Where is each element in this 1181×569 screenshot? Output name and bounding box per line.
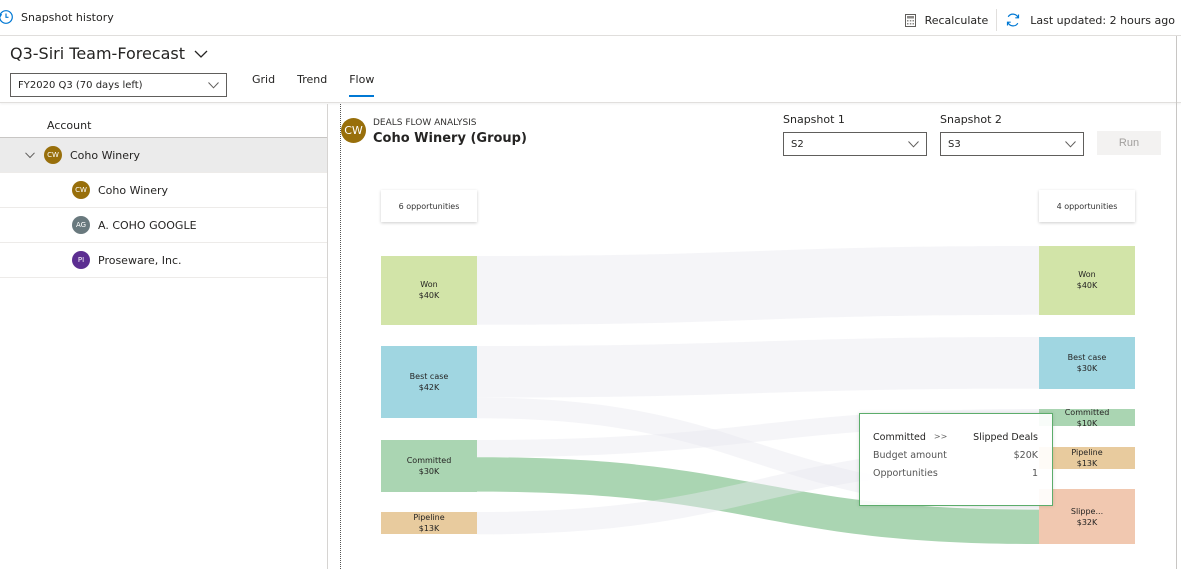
refresh-icon[interactable] xyxy=(1005,12,1021,28)
flow-subtitle: DEALS FLOW ANALYSIS xyxy=(373,118,477,128)
right-node-best-case[interactable]: Best case $30K xyxy=(1039,337,1135,389)
forecast-title: Q3-Siri Team-Forecast xyxy=(10,44,186,63)
flow-tooltip: Committed >> Slipped Deals Budget amount… xyxy=(859,413,1053,506)
snapshot2-value: S3 xyxy=(948,138,961,150)
account-name: Proseware, Inc. xyxy=(98,253,182,267)
account-name: Coho Winery xyxy=(98,183,169,197)
forecast-title-dropdown[interactable]: Q3-Siri Team-Forecast xyxy=(10,44,208,63)
chevron-down-icon xyxy=(1065,140,1076,148)
tooltip-label: Budget amount xyxy=(873,450,947,461)
tooltip-label: Opportunities xyxy=(873,468,938,479)
node-label: Committed xyxy=(406,455,452,465)
left-node-committed[interactable]: Committed $30K xyxy=(381,440,477,492)
forecast-header: Q3-Siri Team-Forecast FY2020 Q3 (70 days… xyxy=(0,36,1181,103)
snapshot-history-button[interactable]: Snapshot history xyxy=(0,9,114,25)
avatar: PI xyxy=(72,251,90,269)
left-opportunity-count: 6 opportunities xyxy=(381,190,477,222)
right-opportunity-count: 4 opportunities xyxy=(1039,190,1135,222)
recalculate-button[interactable]: Recalculate xyxy=(904,13,989,27)
flow-title: Coho Winery (Group) xyxy=(373,131,527,146)
node-label: Committed xyxy=(1064,407,1110,417)
left-node-best-case[interactable]: Best case $42K xyxy=(381,346,477,419)
recalculate-label: Recalculate xyxy=(924,13,989,27)
node-value: $30K xyxy=(418,466,440,476)
tooltip-from: Committed xyxy=(873,432,926,443)
account-name: Coho Winery xyxy=(70,148,141,162)
tooltip-to: Slipped Deals xyxy=(973,432,1038,443)
node-value: $10K xyxy=(1076,418,1098,428)
chevron-down-icon xyxy=(908,140,919,148)
node-label: Best case xyxy=(1067,352,1107,362)
group-avatar: CW xyxy=(341,118,366,143)
node-label: Best case xyxy=(409,372,449,382)
snapshot2-select[interactable]: S3 xyxy=(940,132,1084,156)
tooltip-arrow: >> xyxy=(933,432,948,441)
node-label: Won xyxy=(1078,270,1096,280)
avatar: AG xyxy=(72,216,90,234)
chevron-down-icon[interactable] xyxy=(25,151,35,159)
node-value: $40K xyxy=(418,291,440,301)
chevron-down-icon xyxy=(194,50,208,58)
tab-flow[interactable]: Flow xyxy=(349,73,375,97)
top-bar: Snapshot history Recalculate Last update… xyxy=(0,0,1181,36)
account-tree: Account CW Coho Winery CW Coho Winery AG… xyxy=(0,104,328,569)
node-value: $32K xyxy=(1076,517,1098,527)
view-tabs: Grid Trend Flow xyxy=(252,73,396,97)
avatar: CW xyxy=(72,181,90,199)
snapshot1-select[interactable]: S2 xyxy=(783,132,927,156)
snapshot1-label: Snapshot 1 xyxy=(783,113,845,126)
snapshot-history-label: Snapshot history xyxy=(21,10,114,24)
tab-trend[interactable]: Trend xyxy=(297,73,327,92)
node-label: Slippe... xyxy=(1070,506,1104,516)
node-value: $13K xyxy=(418,524,440,534)
scrollbar-edge xyxy=(1176,36,1177,569)
toolbar-separator xyxy=(996,9,998,31)
tooltip-value: $20K xyxy=(1013,450,1038,461)
left-node-pipeline[interactable]: Pipeline $13K xyxy=(381,512,477,535)
tooltip-value: 1 xyxy=(1031,468,1038,479)
panel-splitter[interactable] xyxy=(340,104,341,569)
account-row[interactable]: AG A. COHO GOOGLE xyxy=(0,208,327,243)
left-node-won[interactable]: Won $40K xyxy=(381,256,477,325)
tooltip-row: Opportunities 1 xyxy=(873,468,1038,486)
account-row[interactable]: PI Proseware, Inc. xyxy=(0,243,327,278)
node-label: Won xyxy=(420,280,438,290)
right-node-won[interactable]: Won $40K xyxy=(1039,246,1135,315)
tooltip-row: Budget amount $20K xyxy=(873,450,1038,468)
node-label: Pipeline xyxy=(413,513,445,523)
account-group-row[interactable]: CW Coho Winery xyxy=(0,138,327,173)
run-button[interactable]: Run xyxy=(1097,131,1161,155)
flow-link-won-to-won[interactable] xyxy=(477,246,1039,325)
node-value: $13K xyxy=(1076,459,1098,469)
tab-grid[interactable]: Grid xyxy=(252,73,275,92)
node-value: $42K xyxy=(418,383,440,393)
chevron-down-icon xyxy=(208,81,219,89)
tooltip-header: Committed >> Slipped Deals xyxy=(873,432,1038,450)
right-node-slippe[interactable]: Slippe... $32K xyxy=(1039,489,1135,545)
calculator-icon xyxy=(904,13,916,27)
node-value: $30K xyxy=(1076,363,1098,373)
period-select[interactable]: FY2020 Q3 (70 days left) xyxy=(10,73,227,97)
node-value: $40K xyxy=(1076,281,1098,291)
period-select-value: FY2020 Q3 (70 days left) xyxy=(18,79,143,91)
last-updated-text: Last updated: 2 hours ago xyxy=(1030,13,1175,27)
node-label: Pipeline xyxy=(1071,448,1103,458)
account-row[interactable]: CW Coho Winery xyxy=(0,173,327,208)
snapshot2-label: Snapshot 2 xyxy=(940,113,1002,126)
snapshot1-value: S2 xyxy=(791,138,804,150)
clock-history-icon xyxy=(0,10,13,24)
account-name: A. COHO GOOGLE xyxy=(98,218,197,232)
account-column-header: Account xyxy=(0,104,327,138)
flow-link-best-case-to-best-case[interactable] xyxy=(477,337,1039,398)
right-node-committed[interactable]: Committed $10K xyxy=(1039,407,1135,428)
right-node-pipeline[interactable]: Pipeline $13K xyxy=(1039,447,1135,470)
avatar: CW xyxy=(44,146,62,164)
